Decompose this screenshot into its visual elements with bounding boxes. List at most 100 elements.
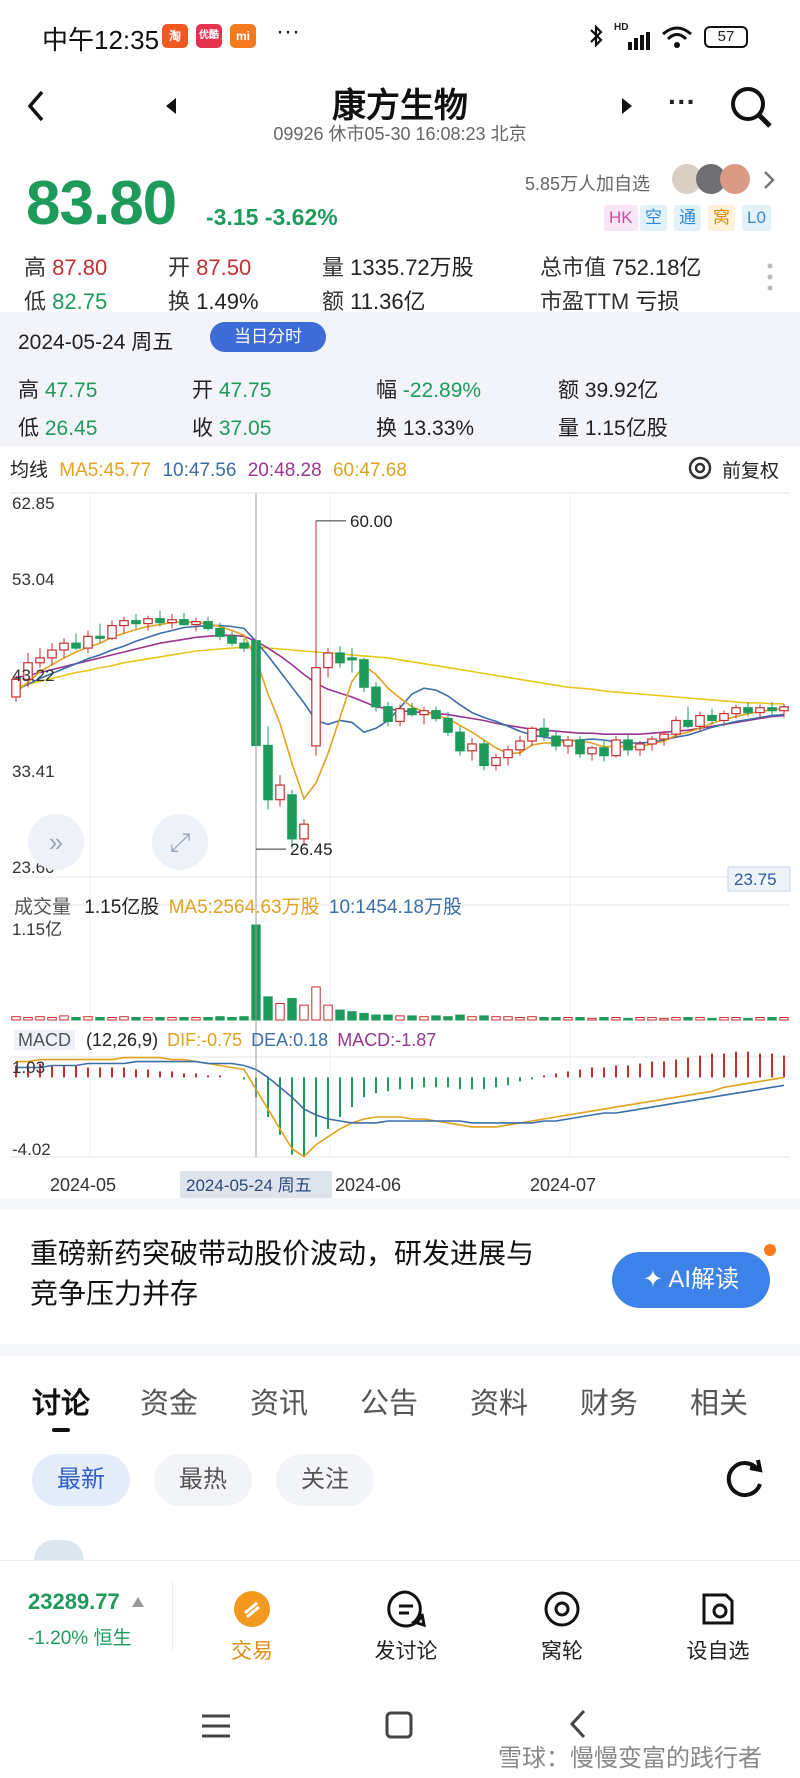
- volume-bar: [179, 1017, 189, 1021]
- macd-label[interactable]: MACD: [14, 1030, 75, 1050]
- refresh-icon[interactable]: [722, 1458, 766, 1502]
- y-tick-label: 43.22: [12, 666, 55, 685]
- filter-hot[interactable]: 最热: [154, 1454, 252, 1506]
- stat-value: 82.75: [52, 289, 108, 314]
- tab-funds[interactable]: 资金: [140, 1380, 198, 1422]
- candle-body: [443, 717, 453, 733]
- tab-announcements[interactable]: 公告: [360, 1380, 418, 1422]
- filter-latest[interactable]: 最新: [32, 1454, 130, 1506]
- adjust-mode[interactable]: 前复权: [722, 456, 779, 483]
- trade-button[interactable]: 交易: [192, 1589, 312, 1665]
- ma5-value: MA5:45.77: [59, 460, 152, 481]
- day-stat-value: 13.33%: [402, 417, 475, 440]
- candle-body: [539, 727, 549, 737]
- volume-bar: [707, 1017, 717, 1021]
- candle-body: [263, 744, 273, 801]
- low-marker-label: 26.45: [290, 840, 333, 859]
- tab-news[interactable]: 资讯: [250, 1380, 308, 1422]
- stat-high: 高 87.80: [24, 250, 107, 282]
- expand-left-icon[interactable]: »: [28, 814, 84, 870]
- watchers-count[interactable]: 5.85万人加自选: [525, 170, 650, 196]
- watchlist-label: 设自选: [686, 1640, 750, 1663]
- next-stock-icon[interactable]: [618, 96, 634, 116]
- stat-value: 1335.72万股: [350, 255, 474, 280]
- ai-interpret-button[interactable]: ✦ AI解读: [612, 1252, 770, 1308]
- tab-related[interactable]: 相关: [690, 1380, 748, 1422]
- volume-bar: [371, 1014, 381, 1021]
- candle-body: [59, 642, 69, 651]
- tag-connect: 通: [674, 205, 701, 231]
- volume-bar: [659, 1017, 669, 1021]
- menu-icon[interactable]: [200, 1712, 232, 1740]
- warrants-button[interactable]: 窝轮: [502, 1589, 622, 1665]
- battery-level: 57: [717, 28, 735, 45]
- volume-bar: [311, 986, 321, 1021]
- news-headline[interactable]: 重磅新药突破带动股价波动，研发进展与竞争压力并存: [30, 1234, 550, 1314]
- status-more-icon: ···: [276, 18, 300, 45]
- candle-body: [47, 649, 57, 659]
- candle-body: [119, 620, 129, 627]
- post-discussion-button[interactable]: 发讨论: [346, 1589, 466, 1665]
- volume-label: 成交量: [14, 897, 72, 918]
- nav-back-icon[interactable]: [568, 1708, 588, 1740]
- stat-label: 高: [24, 255, 47, 280]
- ma60-value: 60:47.68: [332, 460, 407, 481]
- volume-bar: [503, 1016, 513, 1021]
- trade-label: 交易: [231, 1640, 273, 1663]
- last-price-label: 23.75: [734, 870, 777, 889]
- more-vertical-icon[interactable]: [766, 262, 774, 292]
- day-stat-label: 开: [192, 379, 213, 402]
- ma60-line: [15, 646, 784, 705]
- day-stat-label: 幅: [376, 379, 397, 402]
- notification-dot: [764, 1244, 776, 1256]
- stock-header: 康方生物 09926 休市05-30 16:08:23 北京 ···: [0, 72, 800, 152]
- more-menu-icon[interactable]: ···: [668, 86, 696, 118]
- stat-value: 752.18亿: [612, 255, 702, 280]
- volume-ma5: MA5:2564.63万股: [168, 897, 320, 918]
- tab-profile[interactable]: 资料: [470, 1380, 528, 1422]
- volume-bar: [155, 1017, 165, 1021]
- settings-gear-icon[interactable]: [686, 454, 714, 482]
- volume-bar: [83, 1016, 93, 1021]
- tab-financials[interactable]: 财务: [580, 1380, 638, 1422]
- tab-discussion[interactable]: 讨论: [32, 1380, 90, 1422]
- candle-body: [215, 627, 225, 637]
- stat-value: 87.50: [196, 255, 252, 280]
- volume-bar: [239, 1016, 249, 1021]
- stat-label: 额: [322, 289, 345, 314]
- volume-bar: [335, 1009, 345, 1021]
- hsi-index-value[interactable]: 23289.77: [28, 1589, 120, 1615]
- stat-label: 总市值: [540, 255, 607, 280]
- day-stat-value: 1.15亿股: [584, 417, 668, 440]
- kline-chart[interactable]: 62.8553.0443.2233.4123.6060.0026.4523.75…: [0, 485, 800, 1205]
- candle-body: [467, 743, 477, 752]
- volume-bar: [755, 1017, 765, 1021]
- intraday-button[interactable]: 当日分时: [210, 322, 326, 352]
- home-icon[interactable]: [384, 1710, 414, 1740]
- fullscreen-icon[interactable]: ⤢: [152, 814, 208, 870]
- chevron-right-icon[interactable]: [762, 170, 776, 190]
- wifi-icon: [662, 26, 692, 48]
- volume-bar: [683, 1017, 693, 1021]
- divider: [0, 1198, 800, 1210]
- volume-bar: [95, 1017, 105, 1021]
- volume-bar: [395, 1015, 405, 1021]
- candle-body: [335, 652, 345, 664]
- day-stat-value: 37.05: [218, 417, 272, 440]
- candle-body: [755, 707, 765, 714]
- tag-level: L0: [742, 205, 771, 231]
- x-axis-label: 2024-06: [335, 1175, 401, 1195]
- filter-following[interactable]: 关注: [276, 1454, 374, 1506]
- candle-body: [455, 731, 465, 752]
- candle-body: [659, 733, 669, 740]
- volume-bar: [695, 1017, 705, 1021]
- volume-bar: [167, 1017, 177, 1021]
- candle-body: [179, 619, 189, 626]
- macd-dif: DIF:-0.75: [167, 1030, 243, 1050]
- candle-body: [323, 652, 333, 669]
- day-stat-label: 收: [192, 417, 213, 440]
- candle-body: [143, 618, 153, 625]
- add-watchlist-button[interactable]: 设自选: [658, 1589, 778, 1665]
- day-detail-date: 2024-05-24 周五: [18, 331, 174, 354]
- search-icon[interactable]: [728, 84, 774, 130]
